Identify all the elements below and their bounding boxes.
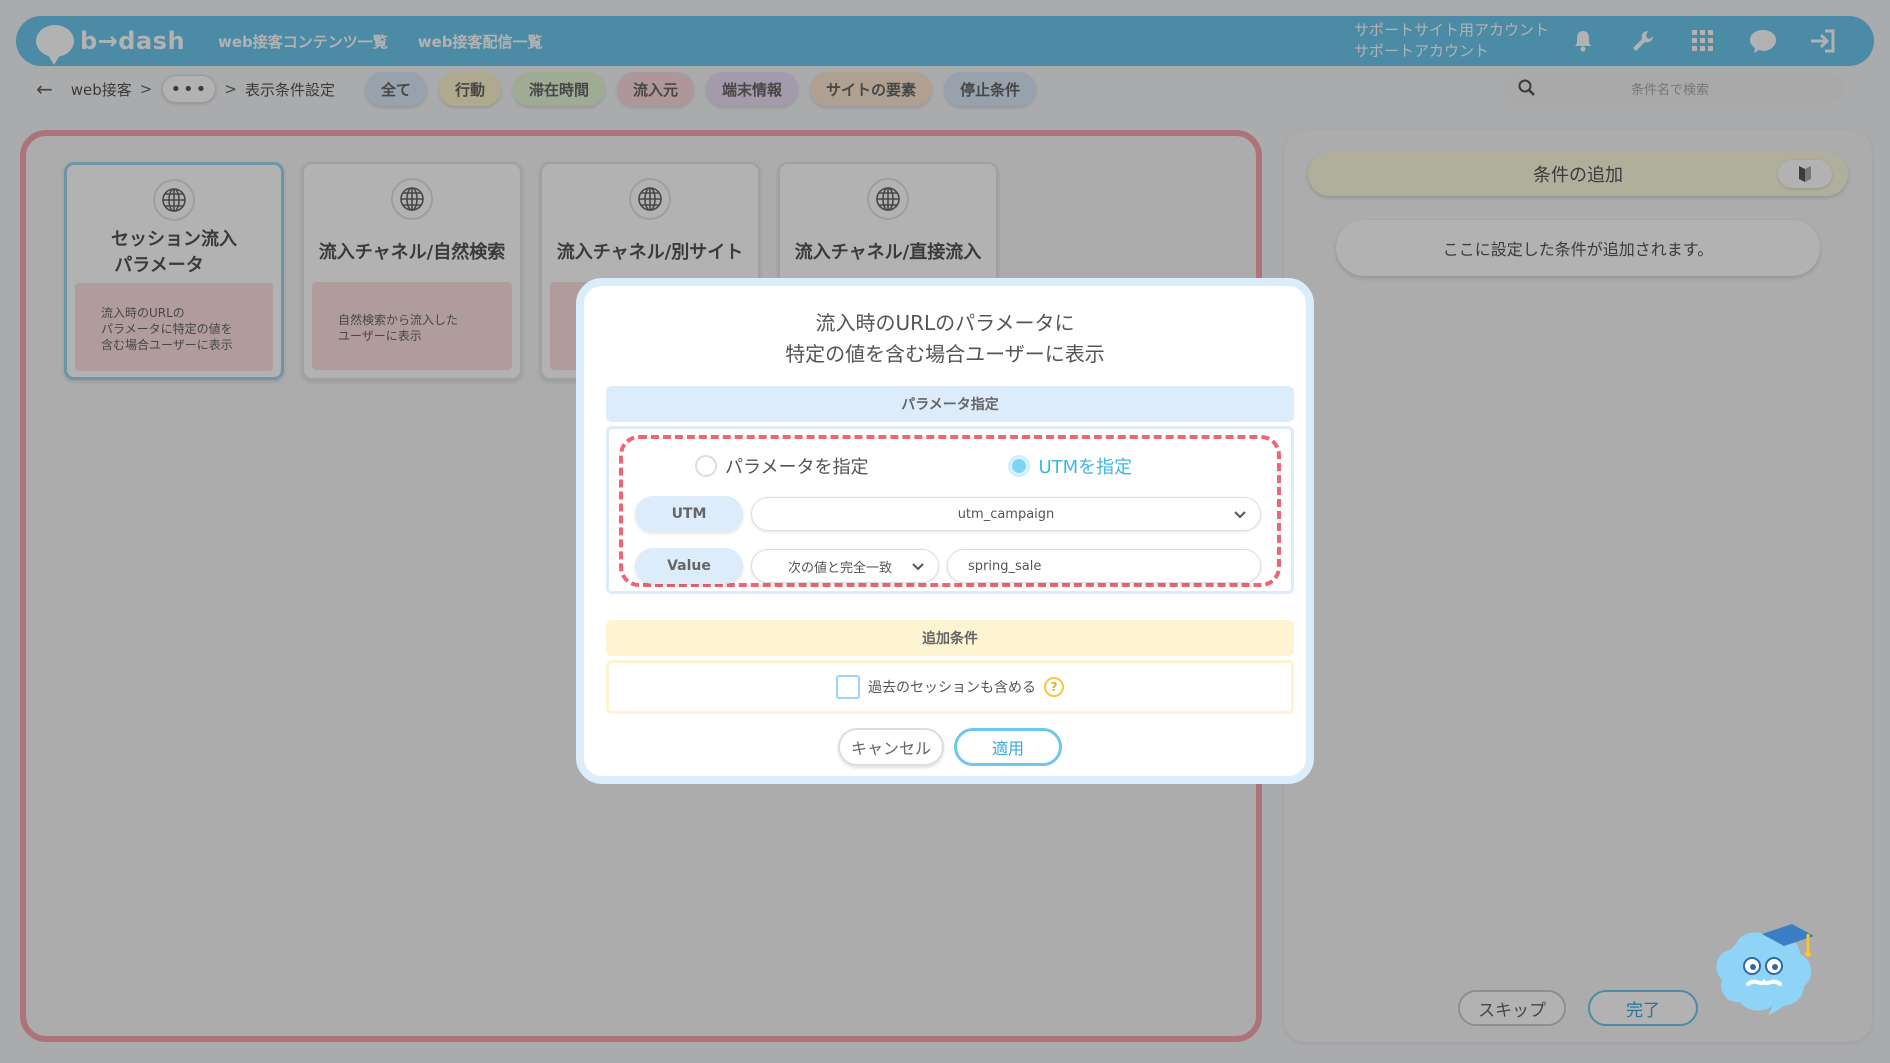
match-type-select[interactable]: 次の値と完全一致 [751, 549, 939, 583]
parameter-section-header: パラメータ指定 [606, 386, 1294, 422]
chevron-down-icon [1234, 511, 1246, 519]
extra-condition-header: 追加条件 [606, 620, 1294, 656]
help-icon[interactable]: ? [1044, 677, 1064, 697]
radio-dot [695, 455, 717, 477]
mascot-icon[interactable] [1710, 920, 1818, 1024]
parameter-section: パラメータを指定 UTMを指定 UTM utm_campaign Value 次… [606, 426, 1294, 594]
apply-button[interactable]: 適用 [954, 728, 1062, 766]
value-label: Value [635, 548, 743, 584]
radio-specify-utm[interactable]: UTMを指定 [1008, 453, 1132, 479]
utm-select[interactable]: utm_campaign [751, 497, 1261, 531]
value-row: Value 次の値と完全一致 [635, 547, 1261, 585]
cancel-button[interactable]: キャンセル [838, 728, 944, 766]
utm-label: UTM [635, 496, 743, 532]
parameter-condition-modal: 流入時のURLのパラメータに 特定の値を含む場合ユーザーに表示 パラメータ指定 … [576, 278, 1314, 784]
modal-title: 流入時のURLのパラメータに 特定の値を含む場合ユーザーに表示 [785, 311, 1105, 366]
include-past-sessions-label: 過去のセッションも含める [868, 680, 1036, 696]
chevron-down-icon [912, 563, 924, 571]
radio-dot [1008, 455, 1031, 477]
app-root: b→dash web接客コンテンツ一覧 web接客配信一覧 サポートサイト用アカ… [0, 0, 1890, 1063]
parameter-mode-radios: パラメータを指定 UTMを指定 [695, 453, 1132, 479]
value-input[interactable] [947, 549, 1261, 583]
radio-specify-parameter[interactable]: パラメータを指定 [695, 453, 868, 479]
include-past-sessions-checkbox[interactable] [836, 675, 860, 699]
utm-row: UTM utm_campaign [635, 495, 1261, 533]
highlight-frame: パラメータを指定 UTMを指定 UTM utm_campaign Value 次… [619, 435, 1281, 587]
extra-condition-section: 過去のセッションも含める ? [606, 660, 1294, 714]
